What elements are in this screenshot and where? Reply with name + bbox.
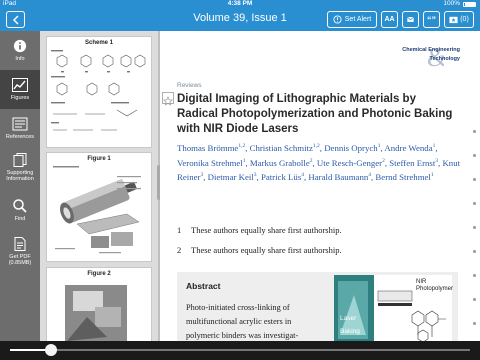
- author-link[interactable]: Christian Schmitz: [250, 143, 313, 153]
- graphic-top-label: NIR Photopolymer: [416, 279, 454, 292]
- abstract-heading: Abstract: [186, 281, 221, 291]
- scheme-structures-image: [51, 50, 146, 131]
- indicator-dot[interactable]: [473, 130, 476, 133]
- folder-star-icon: [449, 16, 458, 24]
- journal-name-line1: Chemical Engineering: [402, 47, 460, 53]
- figure-thumbnail-scheme-1[interactable]: Scheme 1: [46, 36, 152, 148]
- set-alert-label: Set Alert: [344, 16, 372, 23]
- figures-panel: Scheme 1 Figure 1 Figure 2: [40, 31, 158, 341]
- side-item-label: Info: [15, 55, 25, 62]
- indicator-dot[interactable]: [473, 154, 476, 157]
- page-slider-track[interactable]: [10, 349, 470, 351]
- battery-icon: [463, 1, 476, 7]
- footnote-text: These authors equally share first author…: [191, 245, 342, 255]
- author-link[interactable]: Veronika Strehmel: [177, 158, 243, 168]
- clock: 4:38 PM: [227, 0, 253, 7]
- footnote-number: 2: [177, 245, 182, 255]
- alert-icon: [333, 15, 342, 24]
- abstract-text: Photo-initiated cross-linking of multifu…: [186, 303, 299, 340]
- author-link[interactable]: Andre Wenda: [384, 143, 432, 153]
- indicator-dot[interactable]: [473, 298, 476, 301]
- author-affiliation: 1: [430, 172, 434, 179]
- side-item-references[interactable]: References: [0, 109, 40, 148]
- author-link[interactable]: Bernd Strehmel: [375, 172, 430, 182]
- article-view: & Chemical Engineering Technology Review…: [160, 31, 480, 341]
- indicator-dot[interactable]: [473, 250, 476, 253]
- nav-actions: Set Alert AA “” (0): [327, 11, 474, 28]
- figure-thumbnail-figure-2[interactable]: Figure 2: [46, 267, 152, 341]
- footnote-text: These authors equally share first author…: [191, 225, 342, 235]
- figure-2-photo: [65, 285, 127, 341]
- author-link[interactable]: Harald Baumann: [308, 172, 368, 182]
- side-item-find[interactable]: Find: [0, 191, 40, 230]
- side-item-label: Supporting Information: [6, 169, 34, 183]
- side-item-info[interactable]: Info: [0, 31, 40, 70]
- chart-icon: [12, 77, 28, 92]
- page-slider-thumb[interactable]: [45, 344, 58, 356]
- email-button[interactable]: [402, 11, 419, 28]
- page-slider-bar: [0, 341, 480, 360]
- reading-list-count: (0): [460, 16, 469, 23]
- status-bar: iPad 4:38 PM 100%: [0, 0, 480, 8]
- battery-percent: 100%: [443, 0, 460, 7]
- footnote-number: 1: [177, 225, 182, 235]
- indicator-dot[interactable]: [473, 178, 476, 181]
- side-item-label: Find: [14, 215, 26, 222]
- side-item-supporting-information[interactable]: Supporting Information: [0, 148, 40, 187]
- side-item-figures[interactable]: Figures: [0, 70, 45, 109]
- side-item-get-pdf[interactable]: Get PDF (0.85MB): [0, 232, 40, 271]
- author-link[interactable]: Patrick Lüs: [261, 172, 301, 182]
- font-size-button[interactable]: AA: [381, 11, 398, 28]
- side-menu: Info Figures References Supporting Infor…: [0, 31, 45, 341]
- envelope-icon: [407, 16, 414, 22]
- nav-bar: Volume 39, Issue 1 Set Alert AA “” (0): [0, 8, 480, 31]
- set-alert-button[interactable]: Set Alert: [327, 11, 377, 28]
- references-icon: [12, 117, 28, 131]
- graphic-side-label-laser: Laser: [340, 315, 357, 322]
- external-drum-ctp-image: [53, 166, 141, 254]
- font-size-icon: AA: [384, 16, 395, 23]
- indicator-dot[interactable]: [473, 322, 476, 325]
- article-title: Digital Imaging of Lithographic Material…: [177, 93, 453, 135]
- favorite-button[interactable]: [162, 92, 174, 106]
- indicator-dot[interactable]: [473, 226, 476, 229]
- footnote: 2 These authors equally share first autho…: [177, 245, 342, 255]
- graphic-side-label-baking: Baking: [340, 328, 360, 335]
- author-link[interactable]: Steffen Ernst: [389, 158, 435, 168]
- search-icon: [13, 199, 27, 213]
- author-link[interactable]: Dietmar Keil: [208, 172, 254, 182]
- figure-thumbnail-figure-1[interactable]: Figure 1: [46, 152, 152, 262]
- indicator-dot[interactable]: [473, 274, 476, 277]
- info-icon: [13, 39, 27, 52]
- author-link[interactable]: Markus Grabolle: [250, 158, 310, 168]
- documents-icon: [13, 152, 27, 167]
- section-label: Reviews: [177, 82, 202, 89]
- author-affiliation: 1,2: [312, 143, 320, 150]
- quote-icon: “”: [427, 14, 436, 25]
- author-link[interactable]: Ute Resch-Genger: [317, 158, 382, 168]
- footnote: 1 These authors equally share first autho…: [177, 225, 342, 235]
- author-list: Thomas Brömme1,2, Christian Schmitz1,2, …: [177, 141, 462, 185]
- graphical-abstract[interactable]: NIR Photopolymer Laser Baking: [334, 275, 454, 341]
- journal-logo: & Chemical Engineering Technology: [384, 43, 468, 73]
- abstract-section: Abstract Photo-initiated cross-linking o…: [177, 272, 458, 341]
- side-item-label: Get PDF (0.85MB): [8, 253, 32, 267]
- pdf-icon: [14, 236, 26, 251]
- reading-list-button[interactable]: (0): [444, 11, 474, 28]
- citation-button[interactable]: “”: [423, 11, 440, 28]
- side-item-label: References: [5, 133, 35, 140]
- side-item-label: Figures: [10, 94, 30, 101]
- author-separator: ,: [435, 143, 438, 153]
- journal-name-line2: Technology: [429, 56, 460, 62]
- star-icon: [162, 96, 174, 106]
- indicator-dot[interactable]: [473, 202, 476, 205]
- author-link[interactable]: Dennis Oprych: [324, 143, 378, 153]
- author-link[interactable]: Thomas Brömme: [177, 143, 238, 153]
